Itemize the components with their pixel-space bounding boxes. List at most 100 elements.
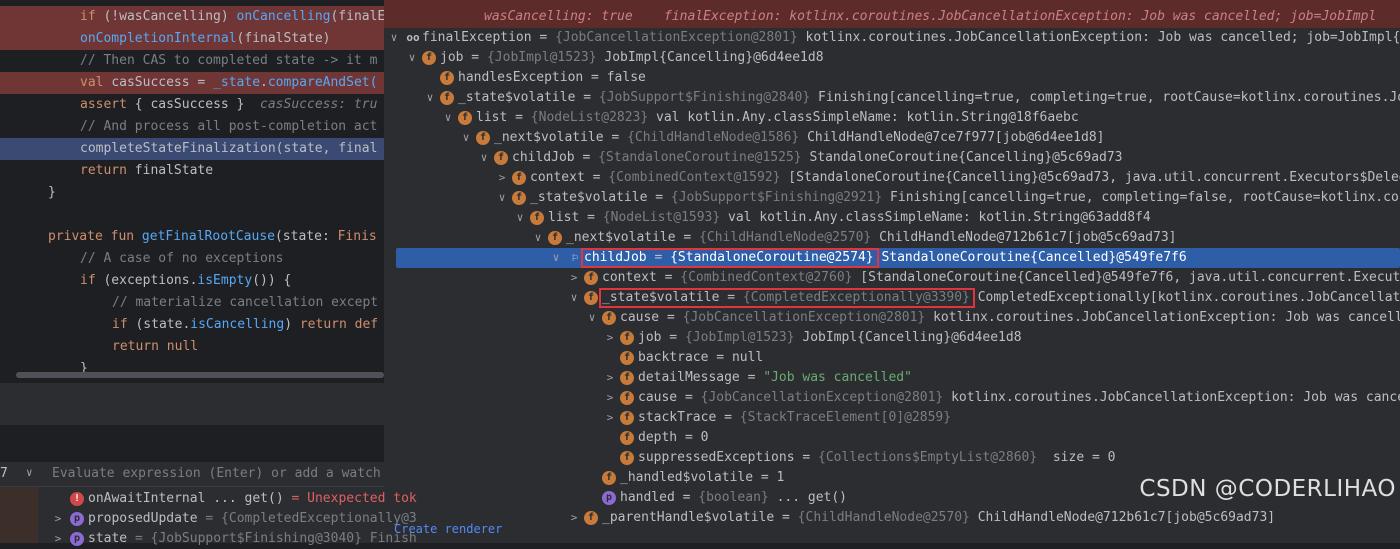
variable-type: {StackTraceElement[0]@2859} (739, 410, 952, 425)
tree-row[interactable]: ∨ oo finalException = {JobCancellationExce… (384, 28, 1400, 48)
code-token: (finalState) (236, 31, 331, 46)
code-line[interactable]: return finalState (0, 160, 384, 182)
tree-row[interactable]: ∨ f _next$volatile = {ChildHandleNode@2570… (384, 228, 1400, 248)
variable-value: ChildHandleNode@712b61c7[job@5c69ad73] (879, 230, 1177, 245)
field-icon: f (620, 411, 634, 425)
tree-row[interactable]: f depth = 0 (384, 428, 1400, 448)
chevron-down-icon[interactable]: ∨ (442, 108, 454, 128)
field-icon: f (512, 171, 526, 185)
variable-type: {NodeList@1593} (602, 210, 721, 225)
variable-value: ChildHandleNode@712b61c7[job@5c69ad73] (977, 510, 1276, 525)
chevron-down-icon[interactable]: ∨ (496, 188, 508, 208)
variable-type: {Collections$EmptyList@2860} (818, 450, 1038, 465)
chevron-right-icon[interactable]: > (604, 328, 616, 348)
chevron-down-icon[interactable]: ∨ (424, 88, 436, 108)
code-line[interactable]: onCompletionInternal(finalState) (0, 28, 384, 50)
chevron-right-icon[interactable]: > (52, 529, 64, 549)
code-line[interactable]: if (exceptions.isEmpty()) { (0, 270, 384, 292)
variable-name: context (530, 170, 585, 185)
chevron-down-icon[interactable]: ∨ (460, 128, 472, 148)
tree-row[interactable]: ∨ f cause = {JobCancellationException@2801… (384, 308, 1400, 328)
tree-row[interactable]: ∨ ⚐ childJob = {StandaloneCoroutine@2574} … (396, 248, 1400, 268)
variable-name: job (440, 50, 464, 65)
tree-row[interactable]: ∨ f _state$volatile = {JobSupport$Finishin… (384, 88, 1400, 108)
code-line[interactable]: completeStateFinalization(state, final (0, 138, 384, 160)
variable-value: ... get() (776, 490, 848, 505)
tree-row[interactable]: ∨ f list = {NodeList@2823} val kotlin.Any.… (384, 108, 1400, 128)
tree-row[interactable]: > f stackTrace = {StackTraceElement[0]@285… (384, 408, 1400, 428)
code-line[interactable]: // Then CAS to completed state -> it m (0, 50, 384, 72)
tree-row[interactable]: ∨ f _next$volatile = {ChildHandleNode@1586… (384, 128, 1400, 148)
variable-value: null (731, 350, 764, 365)
tree-row[interactable]: ∨ f job = {JobImpl@1523} JobImpl{Cancellin… (384, 48, 1400, 68)
evaluate-expression-input[interactable]: Evaluate expression (Enter) or add a wat… (52, 466, 381, 481)
chevron-right-icon[interactable]: > (52, 509, 64, 529)
field-icon: f (584, 271, 598, 285)
tree-row[interactable]: > f job = {JobImpl@1523} JobImpl{Cancellin… (384, 328, 1400, 348)
chevron-down-icon[interactable]: ∨ (532, 228, 544, 248)
code-editor[interactable]: if (!wasCancelling) onCancelling(finalEx… (0, 0, 384, 383)
tree-row[interactable]: ∨ f _state$volatile = {JobSupport$Finishin… (384, 188, 1400, 208)
tree-row[interactable]: > f detailMessage = "Job was cancelled" (384, 368, 1400, 388)
code-token: assert (80, 97, 135, 112)
code-line[interactable]: // And process all post-completion act (0, 116, 384, 138)
code-line[interactable]: return null (0, 336, 384, 358)
horizontal-scrollbar[interactable] (16, 372, 384, 378)
chevron-down-icon[interactable]: ∨ (586, 308, 598, 328)
variable-name: childJob (512, 150, 575, 165)
code-token: return def (299, 317, 379, 332)
chevron-down-icon[interactable]: ∨ (26, 466, 33, 479)
code-line[interactable]: } (0, 182, 384, 204)
variable-value: = {CompletedExceptionally@3 (205, 511, 417, 526)
tree-row[interactable]: > f cause = {JobCancellationException@2801… (384, 388, 1400, 408)
chevron-down-icon[interactable]: ∨ (406, 48, 418, 68)
debugger-variable-row[interactable]: > p proposedUpdate = {CompletedExceptional… (0, 509, 417, 529)
code-line[interactable]: private fun getFinalRootCause(state: Fin… (0, 226, 384, 248)
code-token: } (48, 185, 56, 200)
code-token: // And process all post-completion act (80, 119, 378, 134)
tree-row[interactable]: f suppressedExceptions = {Collections$Emp… (384, 448, 1400, 468)
code-token: _state (213, 75, 261, 90)
code-line[interactable]: // materialize cancellation except (0, 292, 384, 314)
code-line[interactable]: if (!wasCancelling) onCancelling(finalEx… (0, 6, 384, 28)
chevron-down-icon[interactable]: ∨ (514, 208, 526, 228)
code-token: return null (112, 339, 199, 354)
chevron-right-icon[interactable]: > (604, 368, 616, 388)
code-token: casSuccess: tru (260, 97, 378, 112)
chevron-down-icon[interactable]: ∨ (388, 28, 400, 48)
debugger-variable-row[interactable]: ! onAwaitInternal ... get() = Unexpected … (0, 489, 417, 509)
variable-name: handlesException (458, 70, 584, 85)
code-line[interactable]: // A case of no exceptions (0, 248, 384, 270)
variable-value: JobImpl{Cancelling}@6d4ee1d8 (802, 330, 1022, 345)
code-token: (state. (135, 317, 191, 332)
tree-row[interactable]: > f context = {CombinedContext@2760} [Stan… (384, 268, 1400, 288)
tree-row[interactable]: f handlesException = false (384, 68, 1400, 88)
code-line[interactable] (0, 204, 384, 226)
debugger-variable-row[interactable]: > p state = {JobSupport$Finishing@3040} Fi… (0, 529, 417, 549)
tree-row[interactable]: ∨ f childJob = {StandaloneCoroutine@1525} … (384, 148, 1400, 168)
variables-tree-popup[interactable]: ∨ oo finalException = {JobCancellationExce… (384, 28, 1400, 543)
tree-row[interactable]: > f context = {CombinedContext@1592} [Stan… (384, 168, 1400, 188)
code-line[interactable]: val casSuccess = _state.compareAndSet( (0, 72, 384, 94)
code-line[interactable]: assert { casSuccess } casSuccess: tru (0, 94, 384, 116)
tree-row[interactable]: > f _parentHandle$volatile = {ChildHandleN… (384, 508, 1400, 528)
chevron-down-icon[interactable]: ∨ (478, 148, 490, 168)
chevron-down-icon[interactable]: ∨ (550, 248, 562, 268)
inline-debug-hint: wasCancelling: true finalException: kotl… (384, 0, 1400, 28)
code-token: compareAndSet( (267, 75, 378, 90)
tree-row[interactable]: f backtrace = null (384, 348, 1400, 368)
tree-row[interactable]: ∨ f list = {NodeList@1593} val kotlin.Any.… (384, 208, 1400, 228)
tree-row[interactable]: ∨ f _state$volatile = {CompletedExceptiona… (384, 288, 1400, 308)
variable-type: {ChildHandleNode@1586} (627, 130, 800, 145)
chevron-right-icon[interactable]: > (604, 408, 616, 428)
code-token: private fun (48, 229, 142, 244)
chevron-down-icon[interactable]: ∨ (568, 288, 580, 308)
variable-value: [StandaloneCoroutine{Cancelled}@549fe7f6… (860, 270, 1400, 285)
code-line[interactable]: if (state.isCancelling) return def (0, 314, 384, 336)
field-icon: f (620, 371, 634, 385)
chevron-right-icon[interactable]: > (568, 268, 580, 288)
chevron-right-icon[interactable]: > (496, 168, 508, 188)
chevron-right-icon[interactable]: > (604, 388, 616, 408)
code-token: (finalException) (330, 9, 384, 24)
chevron-right-icon[interactable]: > (568, 508, 580, 528)
